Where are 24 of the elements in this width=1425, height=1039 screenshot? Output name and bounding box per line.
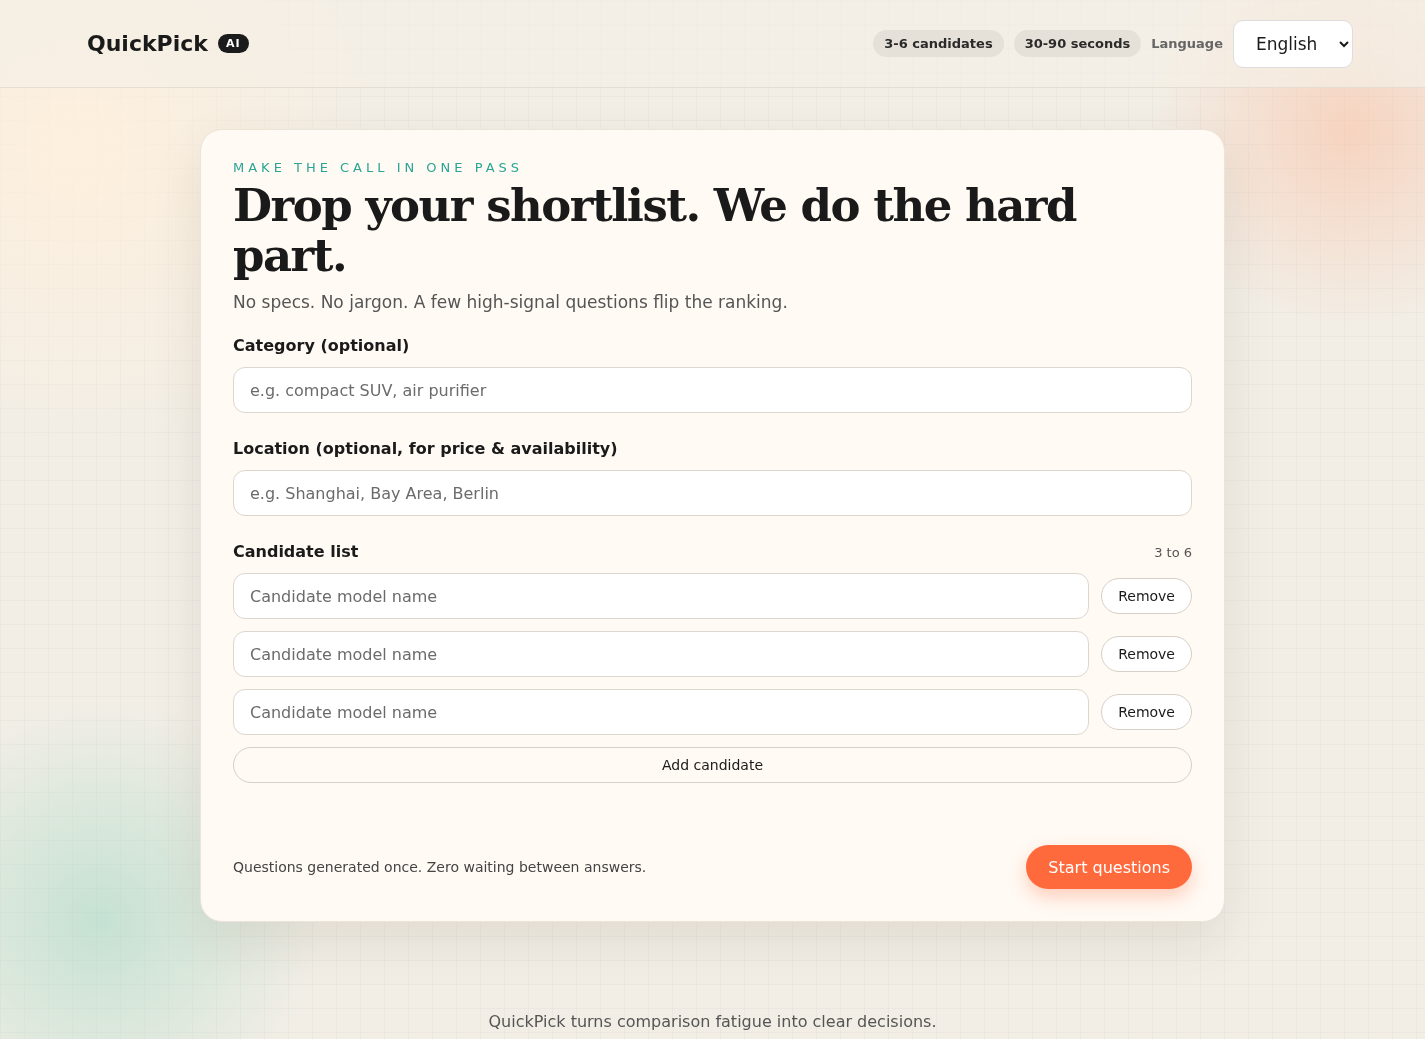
ai-badge: AI (217, 34, 249, 53)
candidate-input[interactable]: Candidate model name (233, 631, 1090, 677)
language-select[interactable]: English (1233, 19, 1353, 68)
field-label: Candidate list (233, 542, 359, 561)
add-candidate-button[interactable]: Add candidate (233, 747, 1192, 783)
footer-text: QuickPick turns comparison fatigue into clear decisions. (488, 1012, 937, 1031)
candidate-input[interactable]: Candidate model name (233, 689, 1090, 735)
field-label: Category (optional) (233, 336, 411, 355)
page-heading: Drop your shortlist. We do the hard part. (233, 181, 1078, 280)
count-hint: 3 to 6 (1154, 545, 1192, 560)
remove-button[interactable]: Remove (1101, 694, 1192, 730)
remove-button[interactable]: Remove (1101, 636, 1192, 672)
input-field[interactable]: e.g. compact SUV, air purifier (233, 367, 1192, 413)
subtitle-text: No specs. No jargon. A few high-signal questions flip the ranking. (233, 292, 789, 312)
eyebrow-text: MAKE THE CALL IN ONE PASS (233, 160, 525, 175)
language-label: Language (1151, 36, 1223, 51)
input-field[interactable]: e.g. Shanghai, Bay Area, Berlin (233, 470, 1192, 516)
info-pill: 30-90 seconds (1013, 30, 1142, 57)
info-note: Questions generated once. Zero waiting between answers. (233, 859, 647, 875)
remove-button[interactable]: Remove (1101, 578, 1192, 614)
app-logo: QuickPick (87, 31, 208, 56)
info-pill: 3-6 candidates (873, 30, 1004, 57)
candidate-input[interactable]: Candidate model name (233, 573, 1090, 619)
field-label: Location (optional, for price & availability) (233, 439, 619, 458)
